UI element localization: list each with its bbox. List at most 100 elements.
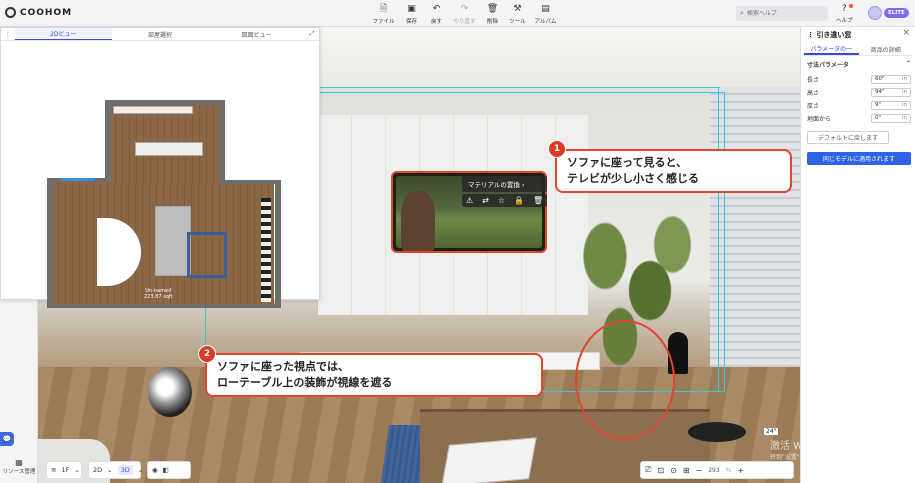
param-value: 9" [875, 102, 882, 108]
save-button[interactable]: ▣ 保存 [399, 4, 424, 25]
floor-plan[interactable] [47, 74, 283, 309]
logo-text: COOHOM [20, 7, 73, 18]
layers-icon: ≋ [51, 466, 57, 474]
param-unit: in [901, 89, 907, 95]
expand-icon[interactable]: ⤢ [305, 28, 319, 40]
floor-plan-panel: ⋮ 2Dビュー 部屋選択 図面ビュー ⤢ Un-named 223.87 sqf… [0, 27, 320, 308]
search-input[interactable] [746, 10, 817, 17]
tab-parameters[interactable]: パラメータの一 [804, 43, 859, 55]
view-2d-button[interactable]: 2D [93, 466, 102, 474]
close-icon[interactable]: × [902, 28, 910, 38]
lock-icon[interactable]: 🔒 [514, 196, 524, 205]
tv-wall-plan [261, 198, 271, 302]
selection-edge [718, 87, 719, 392]
drag-handle-icon[interactable]: ⋮ [1, 28, 15, 40]
toolbar-label: ツール [509, 19, 526, 25]
callout-1-line1: ソファに座って見ると、 [567, 156, 688, 169]
param-input[interactable]: 60" in [871, 74, 911, 84]
window-marker [61, 178, 95, 181]
resource-label: リソース管理 [2, 469, 36, 475]
toolbar-label: やり直す [453, 19, 476, 25]
dimension-tag: 24" [764, 428, 779, 435]
camera-icon[interactable]: ⎚ [645, 465, 651, 475]
trash-icon[interactable]: 🗑 [533, 196, 543, 205]
toolbar-label: 削除 [486, 19, 498, 25]
app-logo[interactable]: COOHOM [5, 7, 72, 18]
tab-room-select[interactable]: 部屋選択 [112, 28, 209, 40]
param-input[interactable]: 0" in [871, 113, 911, 123]
help-label: ヘルプ [836, 18, 853, 24]
callout-2-line2: ローテーブル上の装飾が視線を遮る [217, 376, 393, 389]
properties-panel: ⋮ 引き違い窓 × パラメータの一 商品の詳細 寸法パラメータ ⌃ 長さ 60" i… [800, 27, 915, 483]
resource-icon: ▦ [15, 458, 23, 467]
callout-2: ソファに座った視点では、 ローテーブル上の装飾が視線を遮る [205, 353, 543, 397]
user-menu[interactable]: ELITE [868, 6, 909, 20]
delete-button[interactable]: 🗑 削除 [480, 4, 505, 25]
favorite-icon[interactable]: ☆ [498, 196, 505, 205]
reset-default-button[interactable]: デフォルトに戻します [807, 131, 889, 144]
param-label: 地面から [807, 115, 832, 123]
fit-icon[interactable]: ⊞ [683, 466, 690, 475]
redo-button[interactable]: ↷ やり直す [449, 4, 480, 25]
wall [219, 180, 279, 184]
param-label: 長さ [807, 76, 820, 84]
file-icon: 🗎 [379, 4, 388, 14]
logo-icon [5, 7, 16, 18]
notification-dot [848, 4, 853, 8]
search-icon: ⌕ [740, 9, 744, 17]
help-button[interactable]: ? ヘルプ [836, 4, 853, 24]
camera-toolbar: ⎚ ⊡ ⊙ ⊞ − 293 % + [640, 461, 794, 479]
chevron-down-icon: ⌄ [137, 466, 144, 474]
apply-same-model-button[interactable]: 同じモデルに適用されます [807, 152, 911, 165]
callout-1-line2: テレビが少し小さく感じる [567, 172, 699, 185]
param-label: 厚さ [807, 102, 820, 110]
tab-product-details[interactable]: 商品の詳細 [859, 43, 914, 55]
zoom-in-icon[interactable]: + [737, 466, 744, 475]
chat-icon[interactable]: 💬 [0, 432, 14, 446]
view-mode-toggle[interactable]: 2D ⌄ 3D ⌄ [88, 461, 144, 479]
kitchen-island [135, 142, 203, 156]
file-button[interactable]: 🗎 ファイル [368, 4, 399, 25]
tools-button[interactable]: ⚒ ツール [505, 4, 530, 25]
view-3d-button[interactable]: 3D [117, 465, 133, 475]
replace-material-button[interactable]: マテリアルの置換 › [462, 176, 548, 192]
toolbar-label: 保存 [405, 19, 417, 25]
album-button[interactable]: ▤ アルバム [530, 4, 561, 25]
decor-bowl[interactable] [688, 422, 746, 442]
zoom-out-icon[interactable]: − [696, 466, 703, 475]
param-row: 長さ 60" in [807, 74, 911, 84]
drag-handle-icon[interactable]: ⋮ [807, 31, 814, 39]
zoom-level: 293 [708, 466, 720, 474]
dimension-section-header[interactable]: 寸法パラメータ ⌃ [807, 60, 911, 69]
floor-selector[interactable]: ≋ 1F ⌄ [46, 461, 82, 479]
toolbar-label: アルバム [534, 19, 557, 25]
search-box[interactable]: ⌕ [736, 6, 828, 21]
eye-icon[interactable]: ◉ [152, 466, 158, 474]
param-input[interactable]: 9" in [871, 100, 911, 110]
toolbar-label: ファイル [372, 19, 395, 25]
param-row: 地面から 0" in [807, 113, 911, 123]
magazine[interactable] [441, 437, 537, 483]
warning-icon[interactable]: ⚠ [466, 196, 473, 205]
param-label: 高さ [807, 89, 820, 97]
plan-tabs: ⋮ 2Dビュー 部屋選択 図面ビュー ⤢ [1, 28, 319, 41]
main-toolbar: 🗎 ファイル ▣ 保存 ↶ 戻す ↷ やり直す 🗑 削除 ⚒ ツール ▤ アルバム [368, 4, 561, 25]
param-input[interactable]: 94" in [871, 87, 911, 97]
param-value: 60" [875, 76, 885, 82]
view-icon[interactable]: ⊙ [670, 466, 677, 475]
floor-label: 1F [61, 466, 70, 474]
undo-icon: ↶ [432, 4, 441, 14]
avatar[interactable] [868, 6, 882, 20]
tab-drawing-view[interactable]: 図面ビュー [208, 28, 305, 40]
tab-2d-view[interactable]: 2Dビュー [15, 28, 112, 40]
screenshot-icon[interactable]: ⊡ [657, 466, 664, 475]
wall [105, 100, 225, 105]
panel-title: ⋮ 引き違い窓 [807, 31, 852, 39]
resource-manager-button[interactable]: ▦ リソース管理 [2, 458, 36, 475]
top-bar: COOHOM 🗎 ファイル ▣ 保存 ↶ 戻す ↷ やり直す 🗑 削除 ⚒ ツール ▤ アルバム ⌕ ? … [0, 0, 915, 27]
wall [105, 100, 111, 182]
vase[interactable] [148, 367, 192, 417]
swap-icon[interactable]: ⇄ [482, 196, 489, 205]
cube-icon[interactable]: ◧ [163, 466, 169, 474]
undo-button[interactable]: ↶ 戻す [424, 4, 449, 25]
